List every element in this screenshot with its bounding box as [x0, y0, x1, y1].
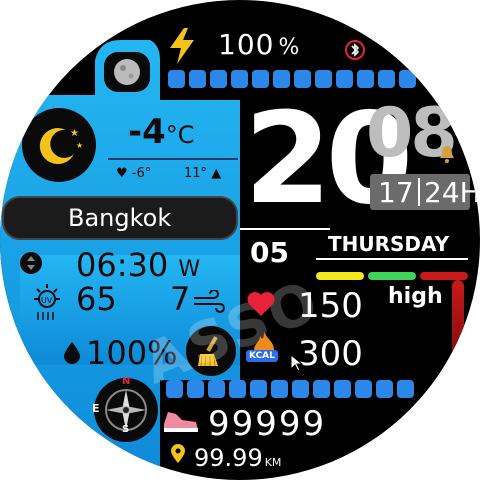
compass-north: N: [122, 376, 131, 387]
sun-uv-icon: UV: [30, 282, 64, 326]
heart-small-icon: ♥: [116, 166, 128, 181]
time-format: 24H: [424, 176, 480, 209]
divider: [108, 158, 238, 160]
droplet-icon: [62, 340, 82, 368]
compass-east: E: [92, 402, 100, 415]
sun-time-suffix: W: [178, 257, 201, 282]
day-number: 05: [250, 236, 289, 269]
city-name: Bangkok: [68, 204, 172, 232]
sun-time: 06:30 W: [76, 246, 200, 284]
bell-icon: [438, 144, 456, 168]
day-divider-left: [240, 228, 330, 230]
battery-readout: 100%: [218, 28, 300, 61]
calories-value: 300: [298, 334, 363, 374]
bluetooth-off-icon: [345, 40, 365, 64]
bolt-icon: [166, 26, 200, 70]
temp-low: ♥ -6°: [116, 166, 151, 181]
level-bar-mid: [368, 272, 416, 280]
compass-south: S: [122, 424, 130, 435]
moon-stars-icon[interactable]: ★ ★: [22, 108, 96, 182]
svg-text:★: ★: [76, 141, 83, 150]
heart-rate-value: 150: [298, 286, 363, 326]
distance-value: 99.99: [194, 444, 263, 472]
edge-red-arc: [452, 280, 464, 370]
temperature-value: -4: [128, 112, 166, 152]
steps-value: 99999: [208, 404, 327, 444]
distance-unit: KM: [264, 456, 282, 469]
weekday: THURSDAY: [328, 232, 450, 256]
sun-time-value: 06:30: [76, 246, 169, 284]
droplet-small-icon: ▲: [211, 166, 222, 181]
moon-phase-icon[interactable]: [104, 52, 150, 92]
fire-icon: KCAL: [244, 330, 284, 370]
heart-icon: [246, 290, 276, 322]
date-box: 17 24H: [370, 174, 480, 210]
battery-value: 100: [218, 28, 275, 61]
distance: 99.99 KM: [194, 444, 281, 472]
level-label: high: [388, 284, 443, 309]
weekday-underline: [316, 258, 468, 260]
shoe-icon: [160, 406, 200, 438]
svg-text:★: ★: [70, 128, 79, 139]
kcal-badge: KCAL: [246, 350, 278, 362]
battery-unit: %: [278, 35, 301, 60]
watch-face: 100% ★ ★ -4°C ♥ -6° 11° ▲ Bangkok 06:30 …: [0, 0, 480, 480]
compass-icon[interactable]: N E S: [92, 376, 158, 442]
wind-value: 7: [170, 280, 191, 318]
cursor-icon: [290, 353, 304, 376]
scroll-toggle-icon[interactable]: [20, 252, 42, 274]
uv-value: 65: [76, 280, 117, 318]
temp-high: 11° ▲: [184, 166, 221, 181]
level-bar-high: [420, 272, 468, 280]
date-divider: [418, 178, 420, 206]
temperature: -4°C: [128, 112, 195, 152]
temp-high-value: 11°: [184, 166, 208, 181]
city-pill[interactable]: Bangkok: [2, 196, 238, 240]
temperature-unit: °C: [165, 121, 195, 149]
svg-text:UV: UV: [41, 296, 53, 305]
location-pin-icon: [170, 444, 186, 468]
temp-low-value: -6°: [131, 166, 152, 181]
date-value: 17: [378, 176, 414, 209]
level-bar-low: [316, 272, 364, 280]
